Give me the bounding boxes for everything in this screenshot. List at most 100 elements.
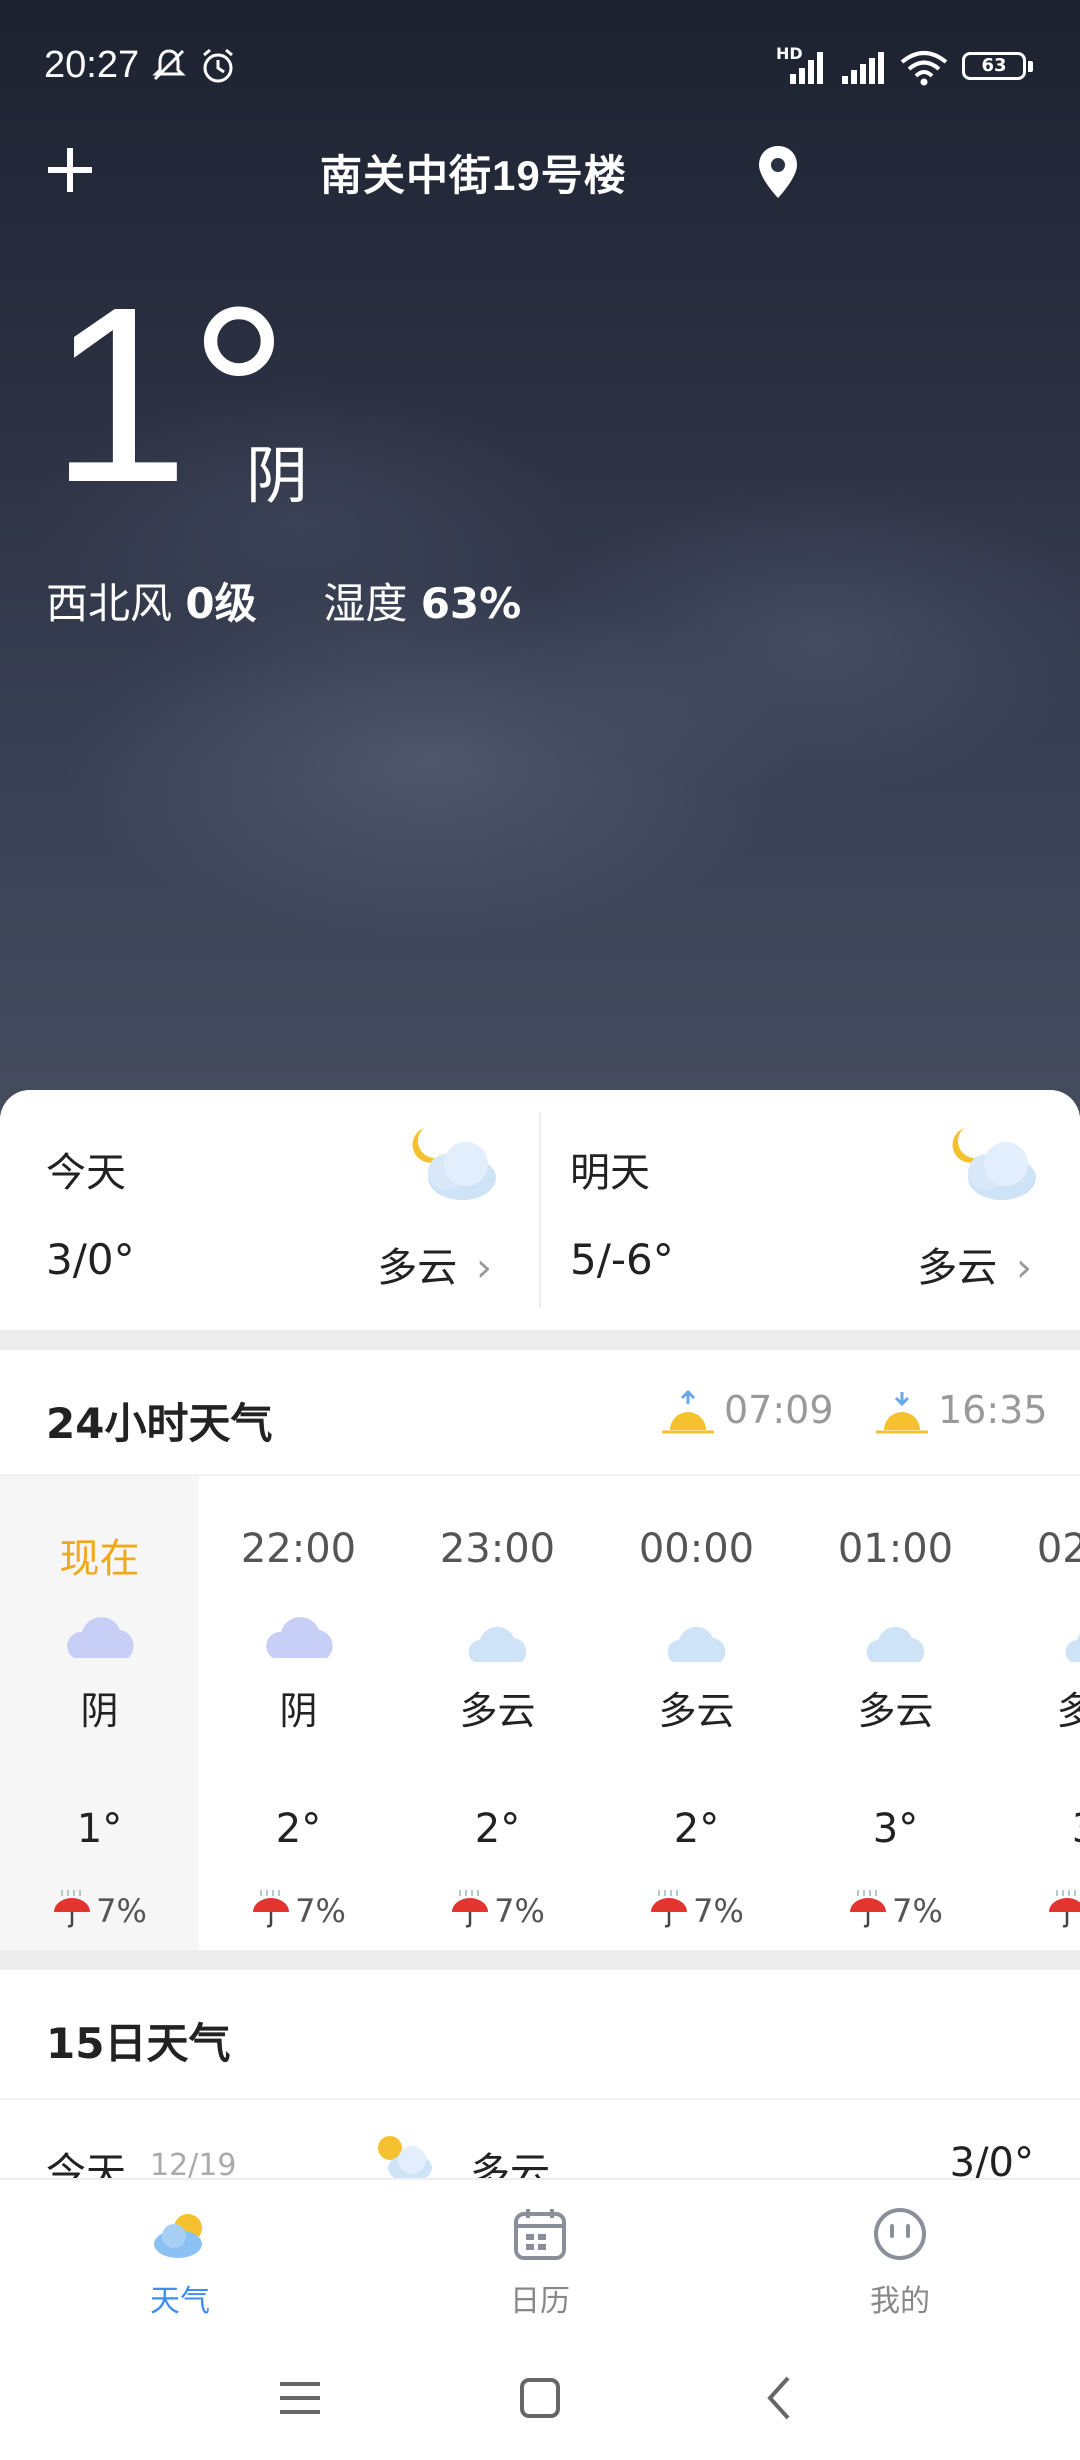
- humidity-label: 湿度: [323, 579, 408, 628]
- mute-icon: [152, 49, 186, 81]
- cloud-icon: [266, 1617, 333, 1658]
- hour-time: 00:00: [638, 1526, 755, 1572]
- day-condition-text: 多云: [917, 1245, 998, 1291]
- chevron-right-icon: ›: [476, 1245, 492, 1291]
- battery-level: 63: [981, 55, 1007, 76]
- profile-face-icon: [874, 2208, 926, 2260]
- umbrella-icon: [1049, 1890, 1080, 1928]
- wifi-icon: [900, 51, 948, 86]
- hour-rain: 7%: [796, 1888, 995, 1930]
- daily-forecast-card: 15日天气 今天 12/19 多云 3/0°: [0, 1970, 1080, 2180]
- hour-rain-value: 7%: [693, 1892, 744, 1930]
- day-label: 今天: [46, 1150, 126, 1196]
- umbrella-icon: [452, 1890, 489, 1928]
- add-city-button[interactable]: [40, 140, 100, 200]
- hour-temp: 3°: [872, 1806, 919, 1852]
- hour-condition: 多云: [459, 1689, 536, 1733]
- hour-condition: 多云: [857, 1689, 934, 1733]
- daily-temp: 3/0°: [949, 2140, 1034, 2180]
- partly-cloudy-night-icon: [667, 1612, 726, 1662]
- tomorrow-forecast[interactable]: 明天 5/-6° 多云 ›: [540, 1090, 1080, 1330]
- hour-rain: 7%: [0, 1888, 199, 1930]
- hour-condition: 多云: [658, 1689, 735, 1733]
- sunrise-time: 07:09: [724, 1388, 834, 1432]
- hour-temp: 2°: [673, 1806, 720, 1852]
- nav-label: 我的: [870, 2284, 930, 2319]
- umbrella-icon: [651, 1890, 688, 1928]
- umbrella-icon: [253, 1890, 290, 1928]
- daily-divider: [0, 2098, 1080, 2100]
- signal-icon-1: [790, 52, 823, 84]
- menu-icon[interactable]: [270, 2368, 330, 2428]
- hour-condition: 多云: [1056, 1689, 1080, 1733]
- battery-icon: 63: [962, 52, 1026, 80]
- day-label: 明天: [570, 1150, 650, 1196]
- nav-label: 天气: [150, 2284, 210, 2319]
- system-nav-bar: [0, 2338, 1080, 2460]
- hour-time: 现在: [59, 1536, 140, 1582]
- hour-column: 22:00 阴 2° 7%: [199, 1476, 398, 1950]
- umbrella-icon: [54, 1890, 91, 1928]
- wind-humidity-line: 西北风 0级 湿度 63%: [46, 570, 521, 631]
- hour-time: 22:00: [240, 1526, 357, 1572]
- hour-rain-value: 7%: [892, 1892, 943, 1930]
- nav-calendar[interactable]: 日历: [440, 2206, 640, 2326]
- home-icon[interactable]: [510, 2368, 570, 2428]
- partly-cloudy-night-icon: [1065, 1612, 1080, 1662]
- current-condition: 阴: [246, 439, 309, 512]
- top-bar: 南关中街19号楼: [0, 130, 1080, 210]
- nav-mine[interactable]: 我的: [800, 2206, 1000, 2326]
- day-temp: 3/0°: [46, 1235, 135, 1284]
- weather-hero: 20:27 HD 63 南关中街19号楼 1° 阴 西北风 0级 湿度 63%: [0, 0, 1080, 1120]
- hourly-scroll[interactable]: 现在阴 1° 7% 22:00 阴 2° 7% 23:00 多云 2° 7% 00:00 多云 2° 7% 0…: [0, 1476, 1080, 1950]
- hour-condition: 阴: [279, 1689, 318, 1733]
- day-condition-text: 多云: [377, 1245, 458, 1291]
- hour-column: 02:00 多云 3° 7%: [995, 1476, 1080, 1950]
- alarm-icon: [203, 48, 233, 83]
- calendar-icon: [514, 2209, 566, 2260]
- sunrise-icon: [662, 1390, 714, 1434]
- location-title[interactable]: 南关中街19号楼: [320, 142, 627, 203]
- sunset-icon: [876, 1392, 928, 1434]
- hourly-forecast-card: 24小时天气 07:09 16:35 现在阴 1° 7% 22:00 阴 2° 7% 23:0…: [0, 1350, 1080, 1950]
- hour-rain: 7%: [995, 1888, 1080, 1930]
- weather-icon: [154, 2214, 202, 2258]
- daily-day: 今天: [46, 2150, 126, 2180]
- daily-date: 12/19: [150, 2148, 237, 2180]
- battery-tip: [1028, 61, 1033, 72]
- day-condition: 多云 ›: [377, 1235, 492, 1293]
- partly-cloudy-night-icon: [866, 1612, 925, 1662]
- hour-column: 01:00 多云 3° 7%: [796, 1476, 995, 1950]
- status-bar: 20:27 HD 63: [0, 40, 1080, 100]
- status-time: 20:27: [44, 44, 140, 86]
- wind-label: 西北风: [46, 579, 173, 628]
- nav-weather[interactable]: 天气: [80, 2206, 280, 2326]
- today-tomorrow-card: 今天 3/0° 多云 › 明天 5/-6° 多云 ›: [0, 1090, 1080, 1330]
- daily-title: 15日天气: [46, 2019, 231, 2068]
- partly-cloudy-night-icon: [468, 1612, 527, 1662]
- location-pin-icon[interactable]: [756, 144, 800, 200]
- forecast-content: 今天 3/0° 多云 › 明天 5/-6° 多云 › 24小时天气 07:09 …: [0, 1090, 1080, 2180]
- back-icon[interactable]: [750, 2368, 810, 2428]
- hour-column: 00:00 多云 2° 7%: [597, 1476, 796, 1950]
- hour-temp: 2°: [474, 1806, 521, 1852]
- hour-condition: 阴: [80, 1689, 119, 1733]
- partly-cloudy-night-icon: [412, 1128, 496, 1200]
- bottom-nav: 天气 日历 我的: [0, 2178, 1080, 2338]
- daily-row[interactable]: 今天 12/19 多云 3/0°: [0, 2130, 1080, 2180]
- hour-column: 23:00 多云 2° 7%: [398, 1476, 597, 1950]
- hour-time: 01:00: [837, 1526, 954, 1572]
- chevron-right-icon: ›: [1016, 1245, 1032, 1291]
- hour-rain: 7%: [199, 1888, 398, 1930]
- hour-time: 02:00: [1036, 1526, 1080, 1572]
- hour-time: 23:00: [439, 1526, 556, 1572]
- hour-temp: 2°: [275, 1806, 322, 1852]
- cloud-icon: [67, 1617, 134, 1658]
- hourly-title: 24小时天气: [46, 1399, 273, 1448]
- hour-column: 现在阴 1° 7%: [0, 1476, 199, 1950]
- hour-temp: 1°: [76, 1806, 123, 1852]
- umbrella-icon: [850, 1890, 887, 1928]
- today-forecast[interactable]: 今天 3/0° 多云 ›: [0, 1090, 540, 1330]
- partly-cloudy-icon: [378, 2136, 432, 2180]
- day-temp: 5/-6°: [570, 1235, 674, 1284]
